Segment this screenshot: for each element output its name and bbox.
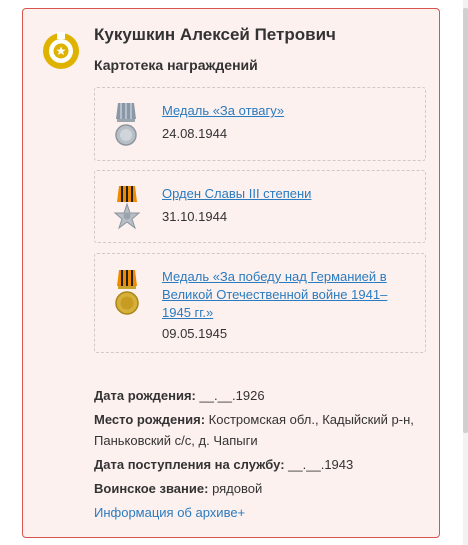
order-glory-icon <box>113 186 141 230</box>
birth-date-row: Дата рождения: __.__.1926 <box>94 387 265 404</box>
archive-info-link[interactable]: Информация об архиве+ <box>94 504 245 521</box>
birth-place-row: Место рождения: Костромская обл., Кадыйс… <box>94 411 414 428</box>
award-item: Медаль «За отвагу» 24.08.1944 <box>94 87 426 161</box>
service-date-value: __.__.1943 <box>288 457 354 472</box>
medal-logo-icon <box>43 32 79 69</box>
award-item: Медаль «За победу над Германией в Велико… <box>94 253 426 353</box>
medal-bravery-icon <box>115 103 137 146</box>
birth-place-row-continued: Паньковский с/с, д. Чапыги <box>94 432 258 449</box>
birth-place-value: Костромская обл., Кадыйский р-н, <box>208 412 414 427</box>
scrollbar-thumb[interactable] <box>463 8 468 433</box>
award-title-line: Медаль «За победу над Германией в <box>162 269 387 284</box>
birth-date-label: Дата рождения: <box>94 388 196 403</box>
birth-date-value: __.__.1926 <box>199 388 265 403</box>
rank-row: Воинское звание: рядовой <box>94 480 262 497</box>
award-item: Орден Славы III степени 31.10.1944 <box>94 170 426 243</box>
rank-label: Воинское звание: <box>94 481 209 496</box>
award-title-link[interactable]: Медаль «За отвагу» <box>162 102 284 120</box>
rank-value: рядовой <box>212 481 263 496</box>
award-card: Кукушкин Алексей Петрович Картотека нагр… <box>22 8 440 538</box>
service-date-row: Дата поступления на службу: __.__.1943 <box>94 456 353 473</box>
section-title: Картотека награждений <box>94 57 258 73</box>
award-title-line: Великой Отечественной войне 1941– <box>162 287 388 302</box>
award-date: 24.08.1944 <box>162 126 228 141</box>
scrollbar[interactable] <box>463 0 468 545</box>
award-title-line: 1945 гг.» <box>162 305 214 320</box>
award-date: 09.05.1945 <box>162 326 228 341</box>
award-title-link[interactable]: Орден Славы III степени <box>162 185 311 203</box>
birth-place-value-continued: Паньковский с/с, д. Чапыги <box>94 433 258 448</box>
birth-place-label: Место рождения: <box>94 412 206 427</box>
award-date: 31.10.1944 <box>162 209 228 224</box>
medal-victory-icon <box>115 270 139 315</box>
service-date-label: Дата поступления на службу: <box>94 457 285 472</box>
person-name: Кукушкин Алексей Петрович <box>94 25 336 44</box>
award-title-link[interactable]: Медаль «За победу над Германией в Велико… <box>162 268 387 322</box>
